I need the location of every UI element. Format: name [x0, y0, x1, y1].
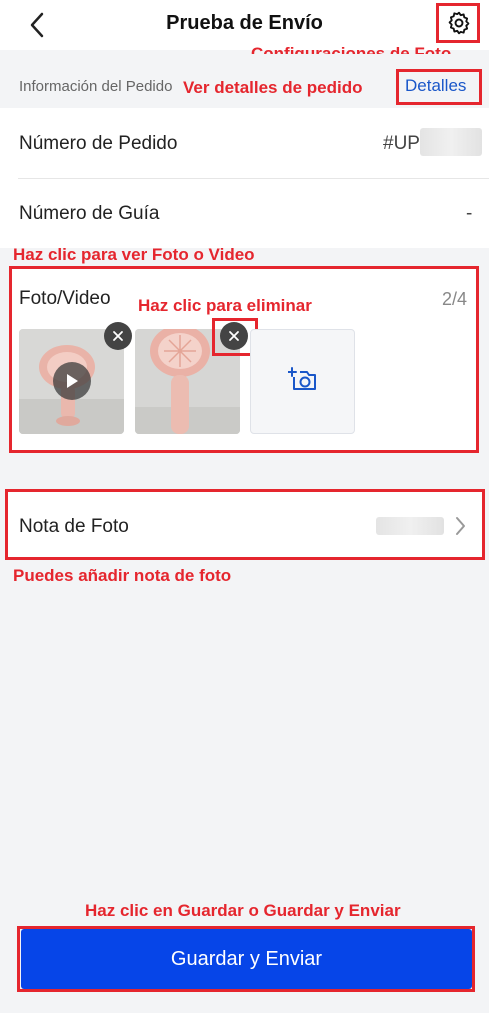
- row-divider: [18, 178, 489, 179]
- remove-video-button[interactable]: [104, 322, 132, 350]
- settings-highlight-box: [436, 3, 480, 43]
- save-highlight-box: [17, 926, 475, 992]
- photo-section-title: Foto/Video: [19, 288, 111, 309]
- order-info-label: Información del Pedido: [19, 78, 173, 95]
- chevron-right-icon[interactable]: [454, 515, 466, 542]
- play-icon[interactable]: [53, 362, 91, 400]
- annotation-delete: Haz clic para eliminar: [138, 296, 312, 315]
- annotation-order-details: Ver detalles de pedido: [183, 78, 363, 97]
- add-photo-button[interactable]: [250, 329, 355, 434]
- order-number-label: Número de Pedido: [19, 133, 178, 154]
- guide-number-label: Número de Guía: [19, 203, 160, 224]
- photo-note-label: Nota de Foto: [19, 516, 129, 537]
- annotation-note-hint: Puedes añadir nota de foto: [13, 566, 232, 585]
- camera-plus-icon: [286, 365, 318, 398]
- photo-count: 2/4: [442, 289, 468, 309]
- annotation-view-media: Haz clic para ver Foto o Video: [13, 245, 255, 264]
- blurred-order-number: [420, 128, 482, 156]
- blurred-note-value: [376, 517, 444, 535]
- page-title: Prueba de Envío: [166, 12, 323, 34]
- details-highlight-box: [396, 69, 482, 105]
- guide-number-value: -: [466, 203, 473, 224]
- annotation-save-hint: Haz clic en Guardar o Guardar y Enviar: [85, 901, 401, 920]
